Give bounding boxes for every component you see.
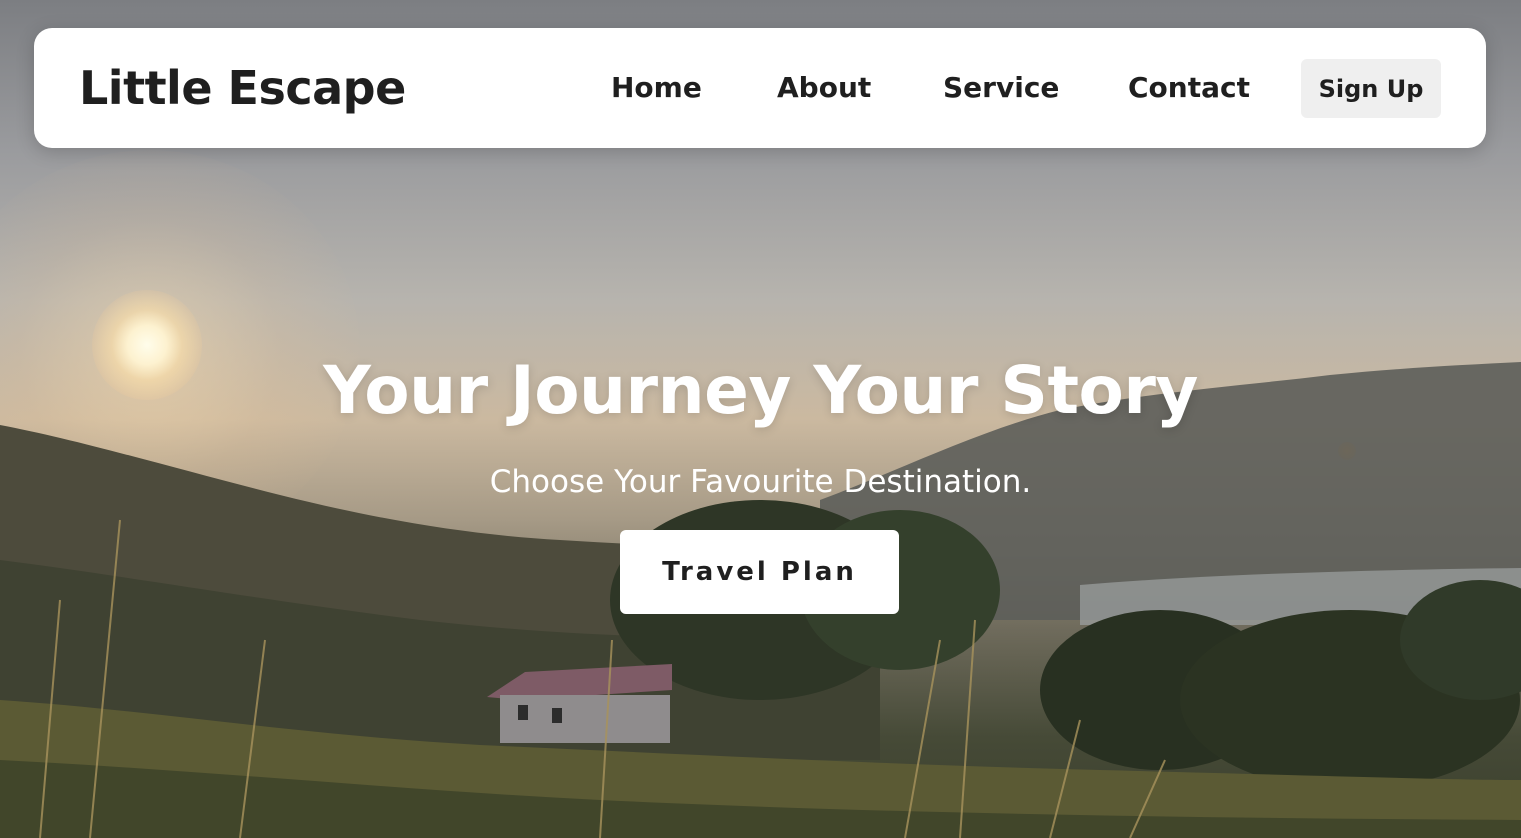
nav-item-service[interactable]: Service <box>943 70 1059 106</box>
hero-subtitle: Choose Your Favourite Destination. <box>489 464 1032 500</box>
signup-button[interactable]: Sign Up <box>1301 59 1441 118</box>
nav-item-home[interactable]: Home <box>611 70 702 106</box>
navbar: Little Escape Home About Service Contact… <box>34 28 1486 148</box>
hero-title: Your Journey Your Story <box>323 352 1198 429</box>
nav-item-about[interactable]: About <box>777 70 871 106</box>
brand-logo[interactable]: Little Escape <box>79 58 406 118</box>
travel-plan-button[interactable]: Travel Plan <box>620 530 899 614</box>
nav-item-contact[interactable]: Contact <box>1128 70 1250 106</box>
